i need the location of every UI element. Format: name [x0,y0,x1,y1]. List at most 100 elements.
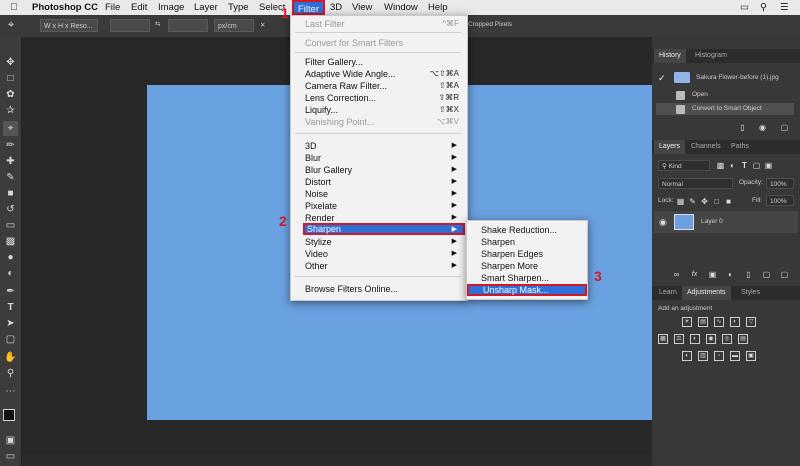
menu-item-shake-reduction[interactable]: Shake Reduction... [467,224,585,236]
menu-item-other[interactable]: Other ▶ [291,260,465,272]
lock-transparent-icon[interactable]: ▦ [676,197,685,206]
shape-tool-icon[interactable]: ▢ [3,332,18,347]
menu-item-liquify[interactable]: Liquify... ⇧⌘X [291,104,465,116]
unit-dropdown[interactable]: px/cm [214,19,254,32]
tab-styles[interactable]: Styles [736,286,765,300]
adjustment-layer-icon[interactable]: ◐ [726,270,735,279]
filter-adjustment-icon[interactable]: ◐ [728,161,737,170]
menu-type[interactable]: Type [228,0,249,15]
tab-learn[interactable]: Learn [654,286,682,300]
menu-item-sharpen-more[interactable]: Sharpen More [467,260,585,272]
history-row[interactable]: Open [656,89,794,101]
black-white-icon[interactable]: ◐ [690,334,700,344]
threshold-icon[interactable]: ▫ [714,351,724,361]
gradient-tool-icon[interactable]: ▩ [3,234,18,249]
eraser-tool-icon[interactable]: ▭ [3,218,18,233]
lock-all-icon[interactable]: ■ [724,197,733,206]
trash-icon[interactable]: ▢ [780,270,789,279]
crop-icon[interactable]: ⌖ [8,19,14,32]
path-select-tool-icon[interactable]: ➤ [3,316,18,331]
width-field[interactable] [110,19,150,32]
menu-item-lens-correction[interactable]: Lens Correction... ⇧⌘R [291,92,465,104]
menu-item-vanishing-point[interactable]: Vanishing Point... ⌥⌘V [291,116,465,128]
posterize-icon[interactable]: ▥ [698,351,708,361]
quick-select-tool-icon[interactable]: ✰ [3,103,18,118]
menu-file[interactable]: File [105,0,120,15]
lasso-tool-icon[interactable]: ✿ [3,87,18,102]
menu-help[interactable]: Help [428,0,448,15]
layer-style-icon[interactable]: fx [690,270,699,279]
layer-mask-icon[interactable]: ▣ [708,270,717,279]
hand-tool-icon[interactable]: ✋ [3,350,18,365]
hue-saturation-icon[interactable]: ▦ [658,334,668,344]
exposure-icon[interactable]: ◐ [730,317,740,327]
menu-filter[interactable]: Filter [292,0,326,15]
menu-item-browse-filters-online[interactable]: Browse Filters Online... [291,283,465,295]
stamp-tool-icon[interactable]: ■ [3,186,18,201]
eye-icon[interactable]: ◉ [659,217,667,228]
menu-item-camera-raw-filter[interactable]: Camera Raw Filter... ⇧⌘A [291,80,465,92]
color-balance-icon[interactable]: ⚖ [674,334,684,344]
ratio-dropdown[interactable]: W x H x Reso... [40,19,98,32]
tab-layers[interactable]: Layers [654,140,686,154]
app-menu[interactable]: Photoshop CC [32,0,98,15]
selective-color-icon[interactable]: ▣ [746,351,756,361]
menu-3d[interactable]: 3D [330,0,342,15]
history-snapshot[interactable]: ✓ Sakura Flower-before (1).jpg [656,69,794,87]
menu-item-last-filter[interactable]: Last Filter ^⌘F [291,18,465,30]
type-tool-icon[interactable]: T [3,300,18,315]
link-layers-icon[interactable]: ∞ [672,270,681,279]
menu-item-blur-gallery[interactable]: Blur Gallery ▶ [291,164,465,176]
foreground-color-swatch[interactable] [3,409,15,421]
menu-view[interactable]: View [352,0,372,15]
menu-item-sharpen-edges[interactable]: Sharpen Edges [467,248,585,260]
menu-item-3d[interactable]: 3D ▶ [291,140,465,152]
photo-filter-icon[interactable]: ◉ [706,334,716,344]
new-document-from-state-icon[interactable]: ▯ [738,123,747,132]
layer-row[interactable]: ◉ Layer 0 [654,211,798,233]
filter-smart-object-icon[interactable]: ▣ [764,161,773,170]
layer-name[interactable]: Layer 0 [701,218,723,225]
delete-cropped-label[interactable]: Cropped Pixels [468,21,512,28]
eyedropper-tool-icon[interactable]: ✏ [3,138,18,153]
camera-icon[interactable]: ◉ [758,123,767,132]
brush-tool-icon[interactable]: ✎ [3,170,18,185]
apple-icon[interactable]:  [10,0,18,15]
gradient-map-icon[interactable]: ▬ [730,351,740,361]
menu-item-stylize[interactable]: Stylize ▶ [291,236,465,248]
lock-artboard-icon[interactable]: □ [712,197,721,206]
tab-paths[interactable]: Paths [726,140,754,154]
menu-window[interactable]: Window [384,0,418,15]
filter-pixel-icon[interactable]: ▩ [716,161,725,170]
menu-edit[interactable]: Edit [131,0,147,15]
fill-field[interactable]: 100% [766,195,794,206]
search-icon[interactable]: ⚲ [760,0,767,15]
menu-item-blur[interactable]: Blur ▶ [291,152,465,164]
menu-layer[interactable]: Layer [194,0,218,15]
lock-move-icon[interactable]: ✥ [700,197,709,206]
blend-mode-dropdown[interactable]: Normal [658,178,733,189]
history-brush-tool-icon[interactable]: ↺ [3,202,18,217]
group-icon[interactable]: ▯ [744,270,753,279]
control-center-icon[interactable]: ☰ [780,0,789,15]
more-tools-icon[interactable]: ⋯ [3,384,18,399]
height-field[interactable] [168,19,208,32]
pen-tool-icon[interactable]: ✒ [3,284,18,299]
menu-image[interactable]: Image [158,0,184,15]
channel-mixer-icon[interactable]: ◎ [722,334,732,344]
menu-item-adaptive-wide-angle[interactable]: Adaptive Wide Angle... ⌥⇧⌘A [291,68,465,80]
brightness-icon[interactable]: ☀ [682,317,692,327]
filter-type-icon[interactable]: T [740,161,749,170]
trash-icon[interactable]: ▢ [780,123,789,132]
invert-icon[interactable]: ◐ [682,351,692,361]
marquee-tool-icon[interactable]: □ [3,71,18,86]
menu-item-filter-gallery[interactable]: Filter Gallery... [291,56,465,68]
levels-icon[interactable]: ▤ [698,317,708,327]
blur-tool-icon[interactable]: ● [3,250,18,265]
menu-item-sharpen[interactable]: Sharpen ▶ [303,223,465,235]
filter-kind-dropdown[interactable]: ⚲ Kind [658,160,710,171]
healing-tool-icon[interactable]: ✚ [3,154,18,169]
clear-button[interactable]: ✕ [260,21,265,29]
menu-item-unsharp-mask[interactable]: Unsharp Mask... [467,284,587,296]
move-tool-icon[interactable]: ✥ [3,55,18,70]
